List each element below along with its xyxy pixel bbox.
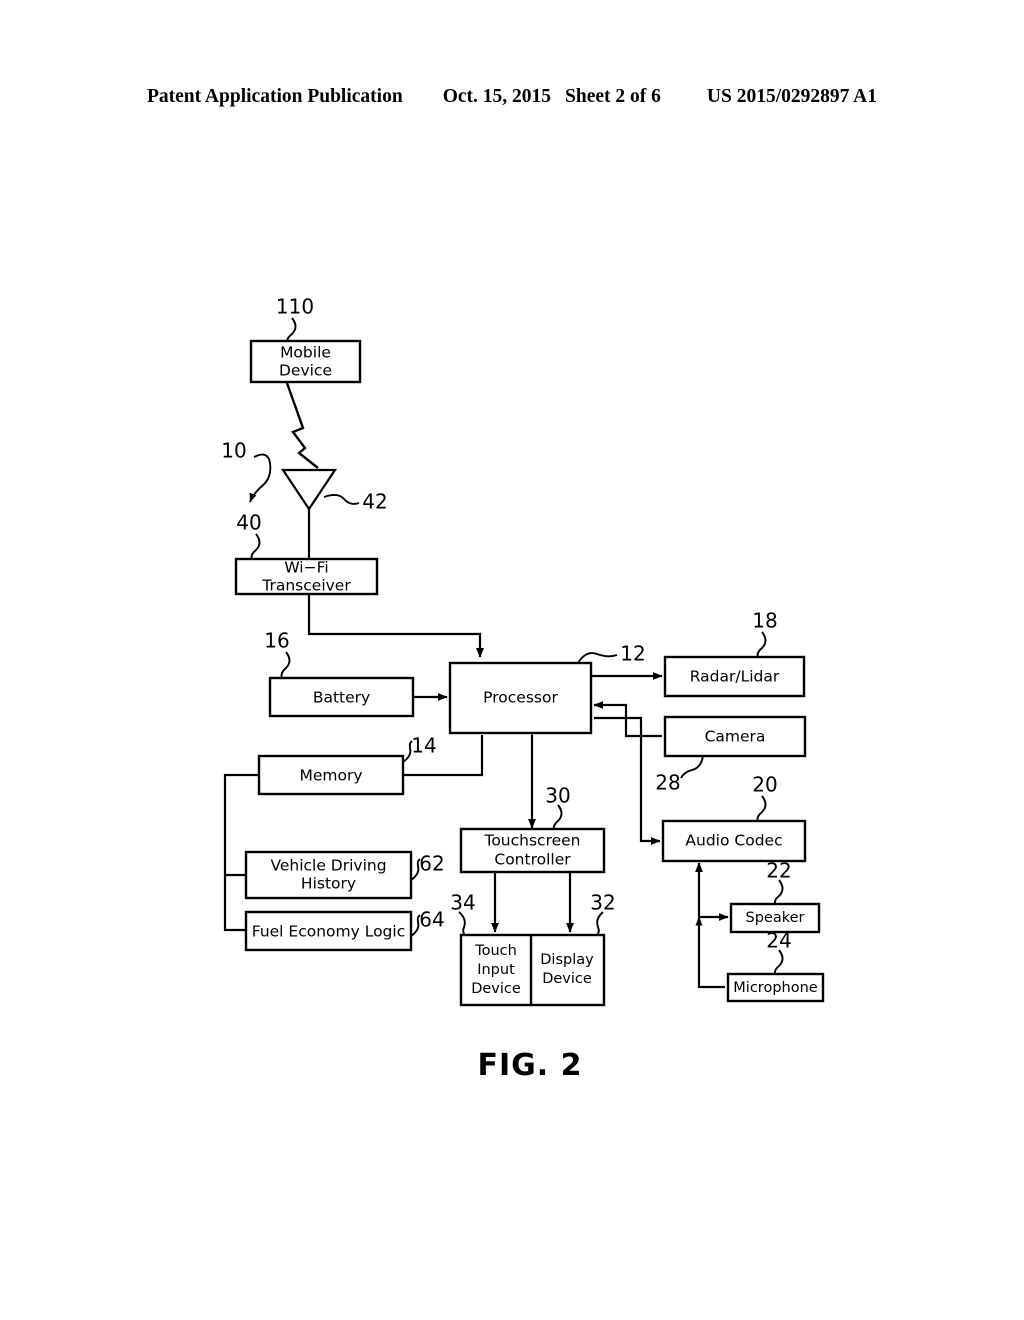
block-speaker-label: Speaker <box>746 910 805 926</box>
leader-28 <box>680 755 704 779</box>
block-fuel-economy-logic[interactable]: Fuel Economy Logic <box>244 910 413 952</box>
block-battery[interactable]: Battery <box>268 676 415 718</box>
block-audio-codec-label: Audio Codec <box>685 832 782 850</box>
block-vdh-label-1: Vehicle Driving <box>270 857 386 875</box>
wire-wifi-processor <box>305 584 484 658</box>
ref-10: 10 <box>221 439 246 463</box>
block-memory[interactable]: Memory <box>257 754 405 796</box>
block-processor-label: Processor <box>483 689 558 707</box>
wire-camera-processor <box>593 701 662 738</box>
block-wifi-transceiver-label-2: Transceiver <box>261 577 351 595</box>
ref-110: 110 <box>276 295 314 319</box>
patent-sheet: Patent Application Publication Oct. 15, … <box>0 0 1024 1320</box>
leader-12 <box>577 652 618 664</box>
block-vehicle-driving-history[interactable]: Vehicle Driving History <box>244 850 413 900</box>
leader-34 <box>458 911 466 936</box>
block-vdh-label-2: History <box>301 875 356 893</box>
leader-42 <box>323 493 360 505</box>
block-camera-label: Camera <box>705 728 766 746</box>
wireless-link-bolt <box>285 382 319 469</box>
leader-32 <box>596 911 604 936</box>
block-touchscreen-controller-label-2: Controller <box>494 851 571 869</box>
wire-microphone-audiocodec <box>695 916 725 989</box>
ref-12: 12 <box>620 642 645 666</box>
ref-16: 16 <box>264 629 289 653</box>
ref-62: 62 <box>419 852 444 876</box>
block-mobile-device-label-1: Mobile <box>280 344 331 362</box>
block-wifi-transceiver[interactable]: Wi−Fi Transceiver <box>234 557 379 596</box>
ref-34: 34 <box>450 891 475 915</box>
block-processor[interactable]: Processor <box>448 661 593 735</box>
leader-16 <box>280 651 291 679</box>
block-touch-input-label-3: Device <box>471 981 521 997</box>
block-touch-input-device[interactable]: Touch Input Device <box>471 943 521 997</box>
block-radar-lidar[interactable]: Radar/Lidar <box>663 655 806 698</box>
leader-20 <box>756 795 767 822</box>
figure-caption: FIG. 2 <box>478 1048 583 1083</box>
block-memory-label: Memory <box>299 767 362 785</box>
leader-10-arrow <box>249 453 272 503</box>
ref-64: 64 <box>419 908 444 932</box>
block-mobile-device-label-2: Device <box>279 362 332 380</box>
block-camera[interactable]: Camera <box>663 715 807 758</box>
ref-42: 42 <box>362 490 387 514</box>
block-fel-label: Fuel Economy Logic <box>252 923 405 941</box>
block-touchscreen-controller[interactable]: Touchscreen Controller <box>459 827 606 874</box>
ref-14: 14 <box>411 734 436 758</box>
ref-32: 32 <box>590 891 615 915</box>
block-touchscreen-controller-label-1: Touchscreen <box>483 832 580 850</box>
ref-24: 24 <box>766 929 791 953</box>
block-audio-codec[interactable]: Audio Codec <box>661 819 807 863</box>
block-mobile-device[interactable]: Mobile Device <box>249 339 362 384</box>
ref-28: 28 <box>655 771 680 795</box>
block-touch-input-label-2: Input <box>477 962 515 978</box>
block-touch-input-label-1: Touch <box>474 943 517 959</box>
ref-18: 18 <box>752 609 777 633</box>
block-display-device-label-1: Display <box>540 952 594 968</box>
leader-22 <box>773 879 784 905</box>
block-display-device-label-2: Device <box>542 971 592 987</box>
leader-40 <box>250 533 261 560</box>
ref-20: 20 <box>752 773 777 797</box>
ref-22: 22 <box>766 859 791 883</box>
ref-30: 30 <box>545 784 570 808</box>
block-microphone[interactable]: Microphone <box>726 972 825 1003</box>
block-wifi-transceiver-label-1: Wi−Fi <box>284 559 328 577</box>
block-radar-lidar-label: Radar/Lidar <box>690 668 780 686</box>
leader-30 <box>552 804 563 830</box>
leader-24 <box>773 949 784 975</box>
leader-18 <box>756 631 767 658</box>
block-microphone-label: Microphone <box>733 980 817 996</box>
block-battery-label: Battery <box>313 689 370 707</box>
figure-2-block-diagram: Mobile Device 110 42 10 Wi−Fi Transceive… <box>221 295 825 1083</box>
ref-40: 40 <box>236 511 261 535</box>
antenna-icon <box>280 468 338 511</box>
leader-110 <box>286 317 297 342</box>
